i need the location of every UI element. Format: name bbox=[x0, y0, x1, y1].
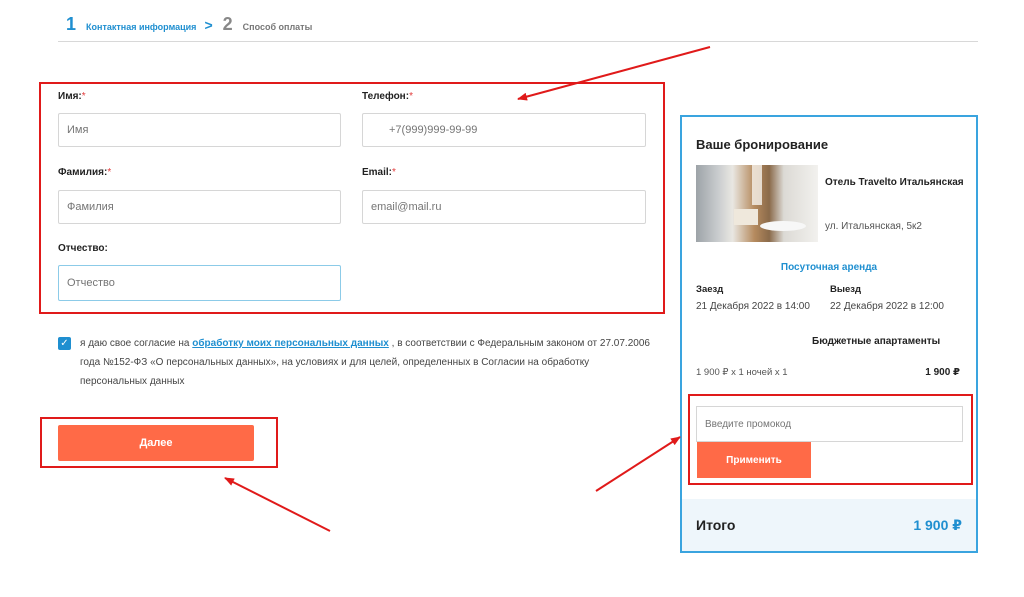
arrow-to-promo bbox=[595, 436, 681, 492]
arrow-to-next bbox=[224, 477, 331, 532]
arrow-to-form bbox=[517, 46, 711, 101]
annotation-arrows bbox=[224, 46, 711, 532]
